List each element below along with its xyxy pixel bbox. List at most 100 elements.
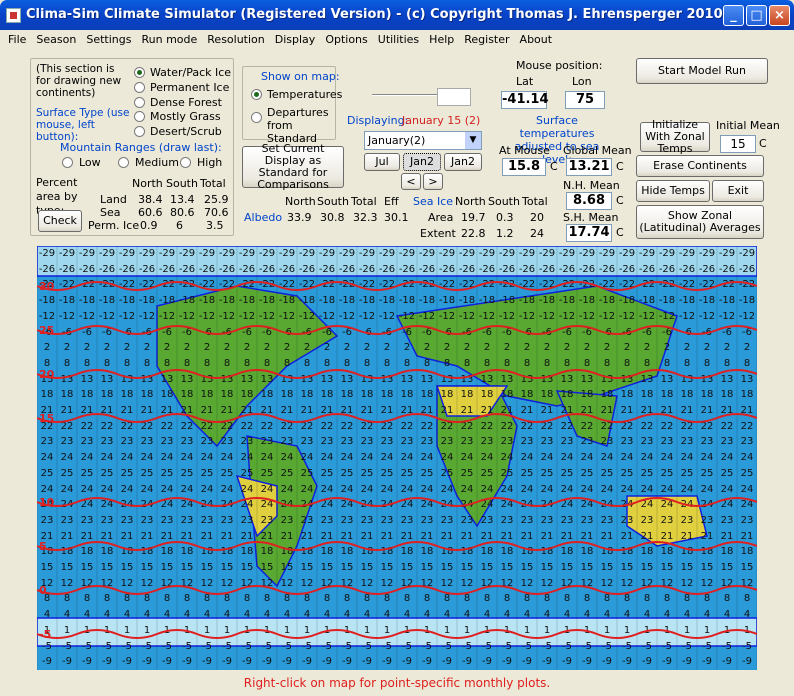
mountain-high-label[interactable]: High (197, 156, 222, 169)
global-mean-label: Global Mean (563, 144, 632, 157)
radio-temperatures[interactable] (251, 89, 262, 100)
surface-option-ice[interactable]: Permanent Ice (150, 81, 229, 94)
percent-header-north: North (132, 177, 163, 190)
menu-resolution[interactable]: Resolution (203, 31, 270, 46)
sea-ice-area-label: Area (428, 211, 454, 224)
sh-mean-field: 17.74 (566, 224, 612, 242)
sea-ice-label: Sea Ice (413, 195, 454, 208)
sea-ice-extent-north: 22.8 (461, 227, 486, 240)
start-model-run-button[interactable]: Start Model Run (636, 58, 768, 84)
menu-help[interactable]: Help (425, 31, 460, 46)
isotherm-label: 15 (39, 412, 54, 425)
show-zonal-averages-button[interactable]: Show Zonal (Latitudinal) Averages (636, 205, 764, 239)
month-slider-box[interactable] (437, 88, 471, 106)
sh-mean-unit: C (616, 226, 624, 239)
menu-utilities[interactable]: Utilities (374, 31, 425, 46)
radio-mountain-medium[interactable] (118, 157, 129, 168)
jan2-button[interactable]: Jan2 (403, 153, 441, 171)
initialize-zonal-button[interactable]: Initialize With Zonal Temps (640, 119, 710, 155)
albedo-header-total: Total (351, 195, 377, 208)
nh-mean-unit: C (616, 194, 624, 207)
sea-ice-header-total: Total (522, 195, 548, 208)
isotherm-line (37, 369, 757, 379)
month-slider-track[interactable] (372, 94, 440, 96)
percent-row-land: Land (100, 193, 127, 206)
radio-mountain-high[interactable] (180, 157, 191, 168)
radio-mountain-low[interactable] (62, 157, 73, 168)
month-select[interactable]: January(2) ▼ (364, 131, 482, 150)
month-select-value: January(2) (368, 134, 426, 147)
albedo-header-eff: Eff (384, 195, 399, 208)
lon-field: 75 (565, 91, 605, 109)
isotherm-line (37, 413, 757, 423)
radio-desert[interactable] (134, 126, 145, 137)
maximize-button[interactable]: □ (746, 5, 767, 26)
menu-display[interactable]: Display (271, 31, 322, 46)
albedo-eff: 30.1 (384, 211, 409, 224)
jan-button[interactable]: Jan2 (444, 153, 482, 171)
menu-settings[interactable]: Settings (82, 31, 137, 46)
ice-south: 6 (176, 219, 183, 232)
isotherm-label: 30 (39, 280, 55, 293)
isotherm-label: 10 (39, 496, 55, 509)
at-mouse-label: At Mouse (499, 144, 550, 157)
sea-ice-area-north: 19.7 (461, 211, 486, 224)
percent-row-ice: Perm. Ice (88, 219, 140, 232)
menu-run-mode[interactable]: Run mode (137, 31, 203, 46)
albedo-total: 32.3 (353, 211, 378, 224)
option-temperatures[interactable]: Temperatures (267, 88, 342, 101)
mountain-medium-label[interactable]: Medium (135, 156, 179, 169)
drawing-note: (This section is for drawing new contine… (36, 63, 122, 99)
surface-option-water[interactable]: Water/Pack Ice (150, 66, 231, 79)
radio-dense-forest[interactable] (134, 97, 145, 108)
option-departures[interactable]: Departures from Standard (267, 106, 335, 145)
radio-permanent-ice[interactable] (134, 82, 145, 93)
mountain-low-label[interactable]: Low (79, 156, 101, 169)
hide-temps-button[interactable]: Hide Temps (636, 180, 710, 202)
chevron-down-icon[interactable]: ▼ (465, 132, 481, 149)
initial-mean-unit: C (759, 137, 767, 150)
land-north: 38.4 (138, 193, 163, 206)
lat-field: -41.14 (501, 91, 549, 109)
albedo-header-south: South (317, 195, 349, 208)
initial-mean-input[interactable]: 15 (720, 135, 756, 153)
initial-mean-label: Initial Mean (716, 119, 780, 132)
lat-label: Lat (516, 75, 534, 88)
albedo-north: 33.9 (287, 211, 312, 224)
close-button[interactable]: × (769, 5, 790, 26)
sea-total: 70.6 (204, 206, 229, 219)
surface-option-desert[interactable]: Desert/Scrub (150, 125, 222, 138)
isotherm-label: -5 (39, 628, 51, 641)
sea-south: 80.6 (170, 206, 195, 219)
displaying-value: January 15 (2) (402, 114, 481, 127)
menu-file[interactable]: File (4, 31, 32, 46)
sea-ice-extent-total: 24 (530, 227, 544, 240)
sea-ice-header-south: South (488, 195, 520, 208)
exit-button[interactable]: Exit (712, 180, 764, 202)
menu-register[interactable]: Register (460, 31, 515, 46)
surface-option-forest[interactable]: Dense Forest (150, 96, 222, 109)
jul-button[interactable]: Jul (364, 153, 400, 171)
next-button[interactable]: > (423, 173, 443, 190)
set-standard-button[interactable]: Set Current Display as Standard for Comp… (242, 143, 344, 191)
menu-options[interactable]: Options (321, 31, 373, 46)
isotherm-layer: 302520151050-5-10 (37, 280, 757, 641)
app-icon (6, 8, 21, 23)
mouse-position-label: Mouse position: (516, 59, 603, 72)
sea-ice-extent-label: Extent (420, 227, 456, 240)
menu-about[interactable]: About (516, 31, 559, 46)
check-button[interactable]: Check (38, 210, 82, 232)
isotherm-line (37, 497, 757, 507)
erase-continents-button[interactable]: Erase Continents (636, 155, 764, 177)
menu-season[interactable]: Season (32, 31, 82, 46)
surface-option-grass[interactable]: Mostly Grass (150, 110, 221, 123)
minimize-button[interactable]: _ (723, 5, 744, 26)
radio-grass[interactable] (134, 111, 145, 122)
climate-map[interactable]: -29 -29 -29 -29 -29 -29 -29 -29 -29 -29 -29 -29 -29-… (37, 246, 757, 670)
displaying-label: Displaying: (347, 114, 409, 127)
prev-button[interactable]: < (401, 173, 421, 190)
isotherm-line (37, 325, 757, 335)
radio-departures[interactable] (251, 112, 262, 123)
sea-ice-extent-south: 1.2 (496, 227, 514, 240)
radio-water[interactable] (134, 67, 145, 78)
